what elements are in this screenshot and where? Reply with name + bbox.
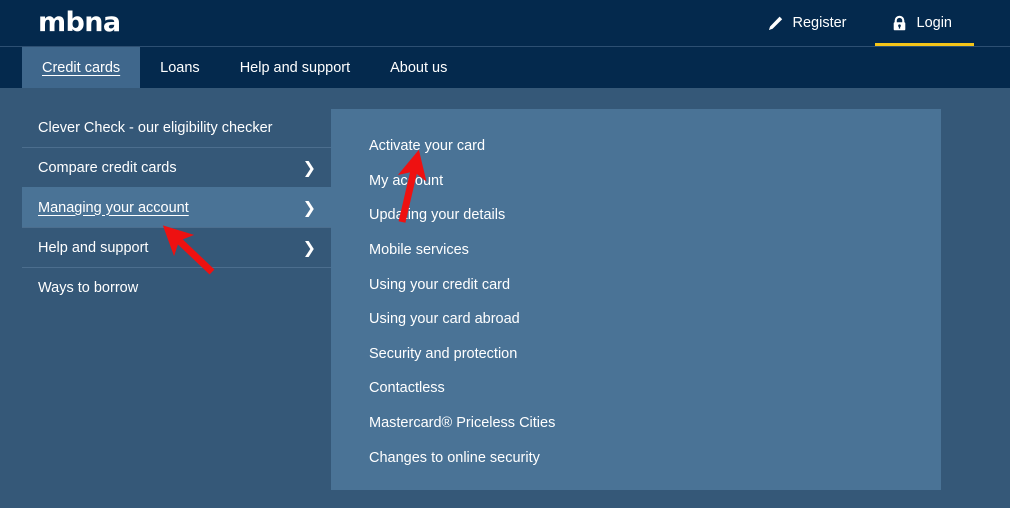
chevron-right-icon: ❯: [302, 157, 316, 177]
submenu-link-list: Activate your card My account Updating y…: [369, 129, 921, 475]
nav-tab-credit-cards[interactable]: Credit cards: [22, 47, 141, 88]
mbna-logo[interactable]: mbna: [38, 7, 121, 39]
pencil-icon: [767, 15, 784, 32]
nav-tab-loans[interactable]: Loans: [140, 47, 220, 88]
nav-tab-about-us[interactable]: About us: [370, 47, 467, 88]
nav-tab-help-and-support[interactable]: Help and support: [220, 47, 370, 88]
sidebar-item-label: Clever Check - our eligibility checker: [38, 119, 273, 136]
sidebar-item-compare-credit-cards[interactable]: Compare credit cards ❯: [22, 147, 332, 187]
sidebar-menu: Clever Check - our eligibility checker C…: [22, 108, 332, 307]
sidebar-item-label: Help and support: [38, 239, 149, 256]
submenu-link-contactless[interactable]: Contactless: [369, 371, 921, 406]
nav-tab-label: Loans: [160, 59, 200, 76]
sidebar-item-label: Compare credit cards: [38, 159, 177, 176]
sidebar-item-managing-your-account[interactable]: Managing your account ❯: [22, 187, 332, 227]
page-body: Clever Check - our eligibility checker C…: [0, 88, 1010, 508]
sidebar-item-help-and-support[interactable]: Help and support ❯: [22, 227, 332, 267]
chevron-right-icon: ❯: [302, 237, 316, 257]
submenu-link-my-account[interactable]: My account: [369, 164, 921, 199]
header-actions: Register Login: [745, 0, 974, 46]
site-header: mbna Register Login: [0, 0, 1010, 46]
nav-tab-label: Help and support: [239, 59, 351, 76]
nav-tab-label: Credit cards: [42, 59, 121, 76]
padlock-icon: [891, 15, 908, 32]
primary-nav-items: Credit cards Loans Help and support Abou…: [22, 47, 467, 88]
submenu-link-activate-your-card[interactable]: Activate your card: [369, 129, 921, 164]
submenu-link-security-and-protection[interactable]: Security and protection: [369, 337, 921, 372]
login-button[interactable]: Login: [869, 0, 974, 46]
register-button[interactable]: Register: [745, 0, 869, 46]
submenu-link-mastercard-priceless-cities[interactable]: Mastercard® Priceless Cities: [369, 406, 921, 441]
sidebar-item-ways-to-borrow[interactable]: Ways to borrow: [22, 267, 332, 307]
browser-page: mbna Register Login Credit cards Loans H…: [0, 0, 1010, 508]
submenu-link-mobile-services[interactable]: Mobile services: [369, 233, 921, 268]
sidebar-item-label: Managing your account: [38, 199, 189, 216]
login-label: Login: [916, 15, 952, 31]
chevron-right-icon: ❯: [302, 197, 316, 217]
submenu-link-changes-to-online-security[interactable]: Changes to online security: [369, 440, 921, 475]
submenu-panel: Activate your card My account Updating y…: [331, 109, 941, 490]
primary-nav: Credit cards Loans Help and support Abou…: [0, 46, 1010, 89]
sidebar-item-clever-check[interactable]: Clever Check - our eligibility checker: [22, 108, 332, 147]
submenu-link-using-your-credit-card[interactable]: Using your credit card: [369, 267, 921, 302]
submenu-link-updating-your-details[interactable]: Updating your details: [369, 198, 921, 233]
register-label: Register: [792, 15, 847, 31]
nav-tab-label: About us: [390, 59, 448, 76]
sidebar-item-label: Ways to borrow: [38, 279, 139, 296]
submenu-link-using-your-card-abroad[interactable]: Using your card abroad: [369, 302, 921, 337]
